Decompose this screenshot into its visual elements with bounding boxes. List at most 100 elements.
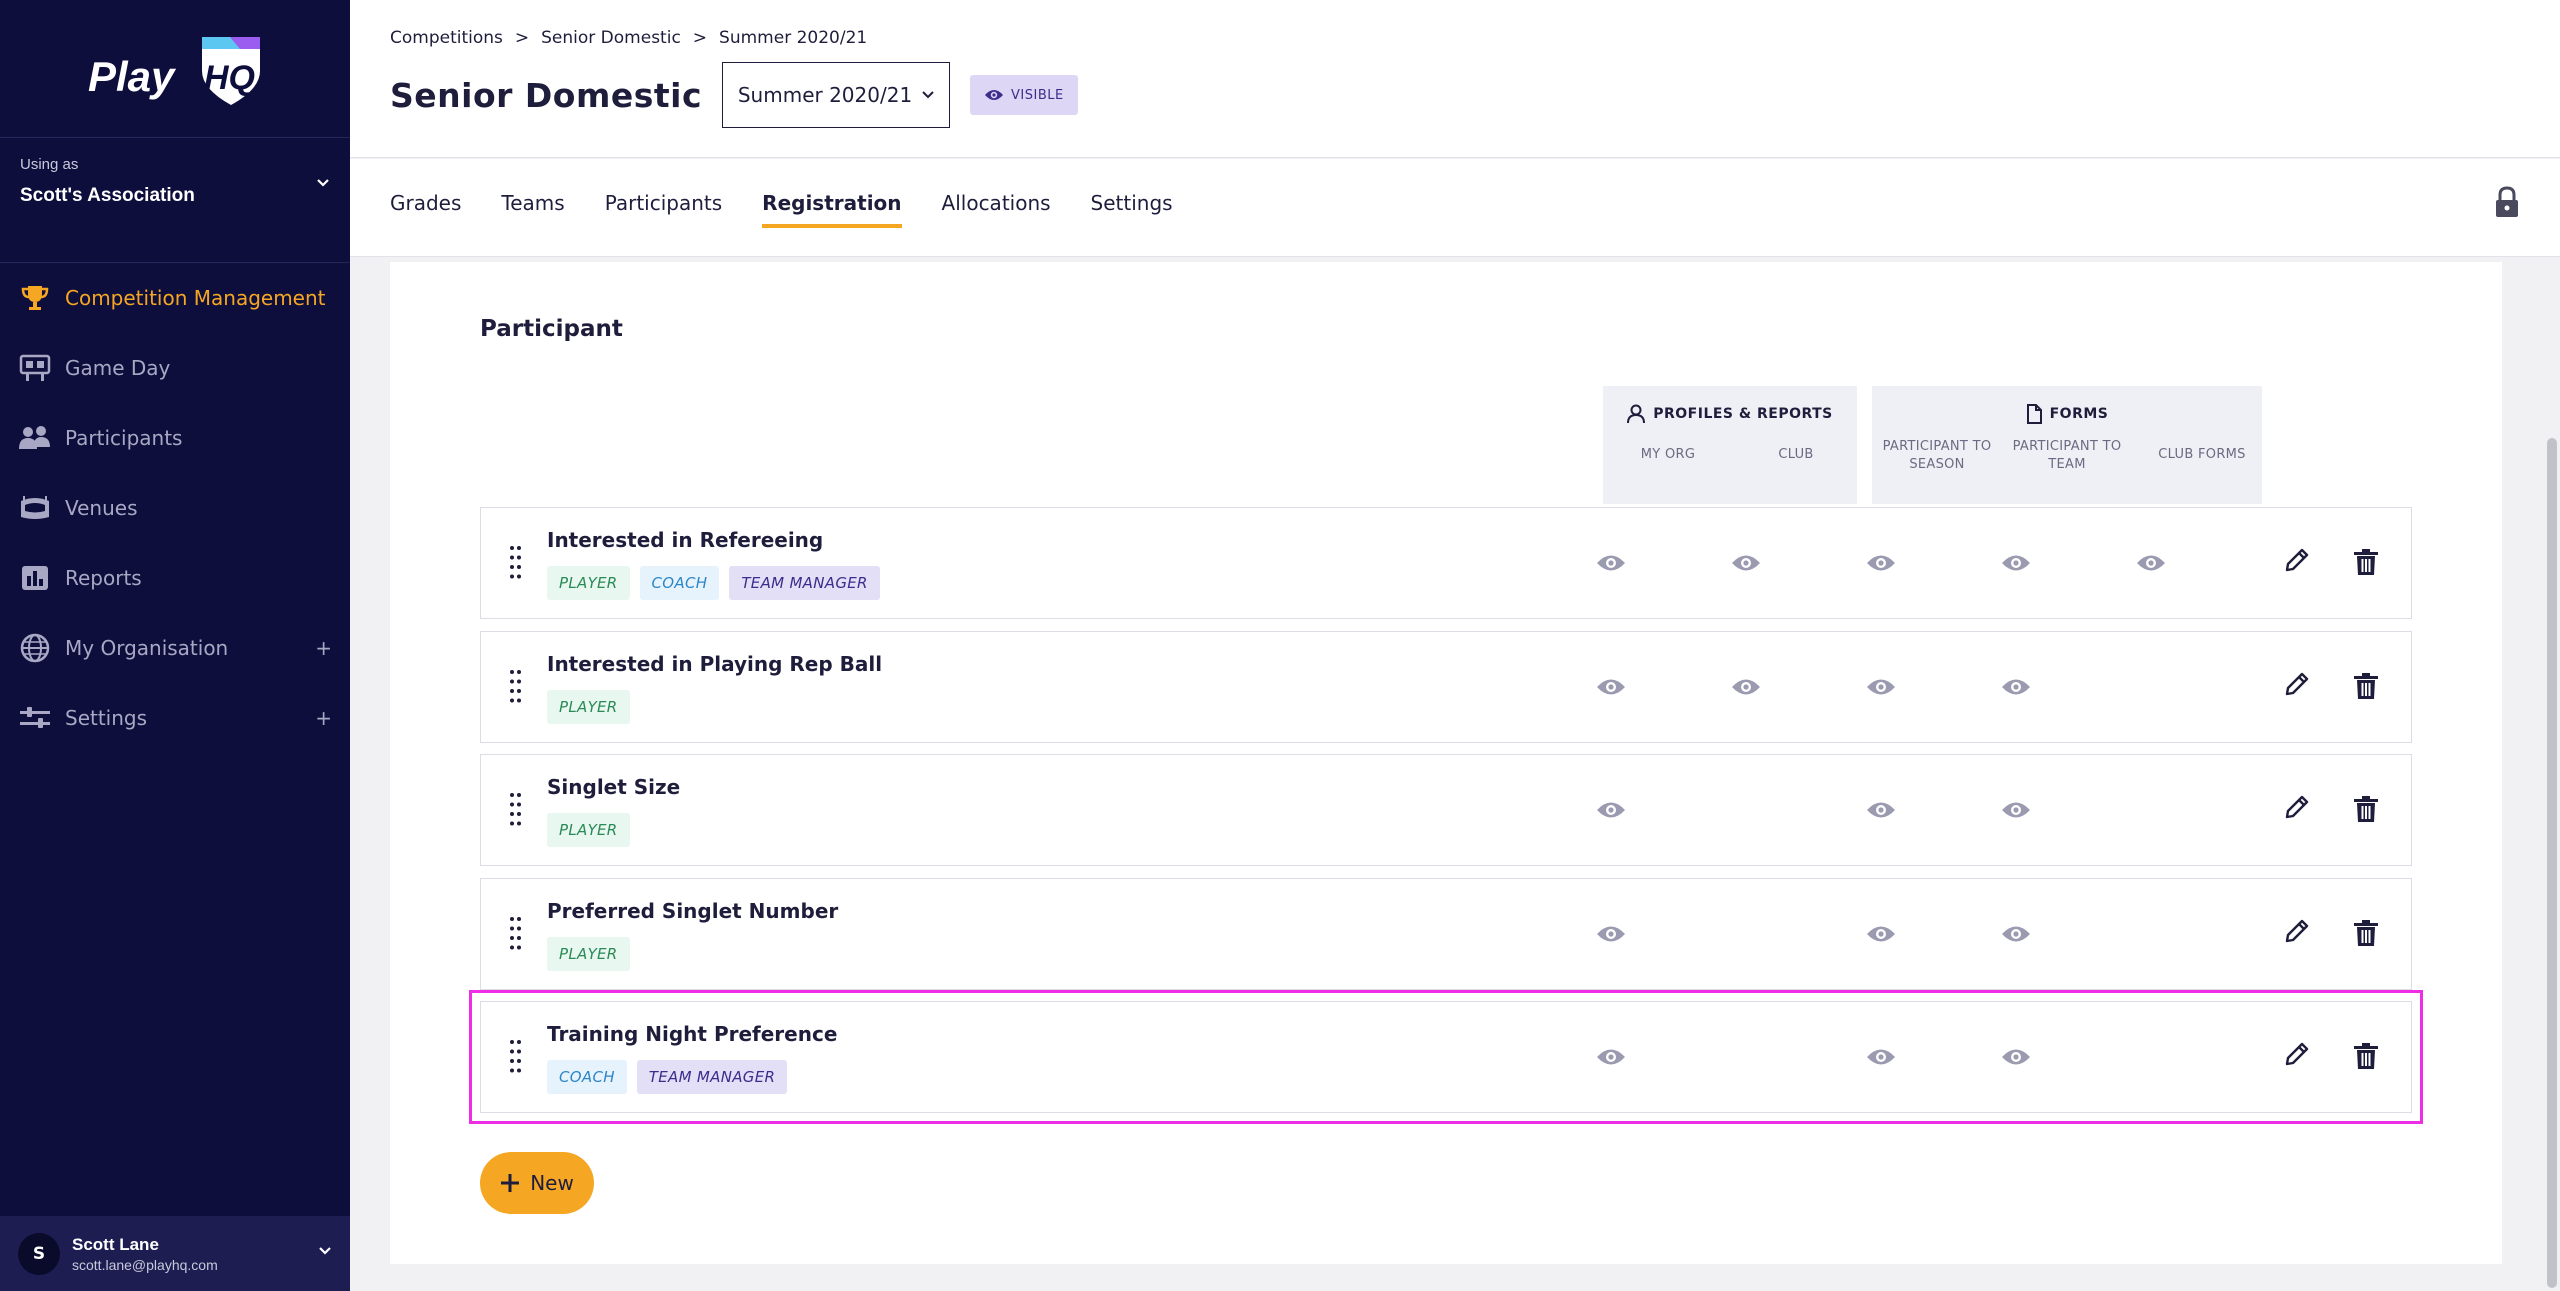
question-title: Interested in Refereeing	[547, 528, 824, 552]
column-group-profiles-reports: PROFILES & REPORTS MY ORG CLUB	[1603, 386, 1857, 504]
sidebar-item-label: My Organisation	[65, 636, 229, 660]
column-header-my-org: MY ORG	[1640, 447, 1696, 462]
sidebar: Play HQ Using as Scott's Association Com…	[0, 0, 350, 1291]
question-row[interactable]: Interested in Playing Rep Ball PLAYER	[480, 631, 2412, 743]
visibility-eye-icon[interactable]	[2001, 1046, 2031, 1068]
new-question-button[interactable]: New	[480, 1152, 594, 1214]
question-row[interactable]: Preferred Singlet Number PLAYER	[480, 878, 2412, 990]
delete-trash-icon[interactable]	[2353, 548, 2379, 576]
sidebar-item-label: Competition Management	[65, 286, 326, 310]
sidebar-item-label: Settings	[65, 706, 148, 730]
question-tags: PLAYER	[547, 690, 630, 724]
question-row[interactable]: Singlet Size PLAYER	[480, 754, 2412, 866]
scrollbar[interactable]	[2544, 258, 2560, 1291]
breadcrumb-separator: >	[692, 28, 708, 48]
user-menu[interactable]: S Scott Lane scott.lane@playhq.com	[0, 1216, 350, 1291]
visibility-eye-icon[interactable]	[1596, 923, 1626, 945]
user-email: scott.lane@playhq.com	[72, 1256, 218, 1273]
chart-icon	[18, 563, 52, 593]
visibility-eye-icon[interactable]	[1866, 923, 1896, 945]
visibility-eye-icon[interactable]	[1866, 1046, 1896, 1068]
column-header-participant-to-team: PARTICIPANT TO TEAM	[2012, 439, 2122, 472]
playhq-logo[interactable]: Play HQ	[0, 0, 350, 138]
scoreboard-icon	[18, 353, 52, 383]
sidebar-item-game-day[interactable]: Game Day	[0, 333, 350, 403]
organisation-name: Scott's Association	[20, 185, 195, 206]
user-name: Scott Lane	[72, 1234, 159, 1254]
edit-pencil-icon[interactable]	[2283, 670, 2311, 698]
visibility-eye-icon[interactable]	[1866, 799, 1896, 821]
visibility-eye-icon[interactable]	[1731, 676, 1761, 698]
delete-trash-icon[interactable]	[2353, 795, 2379, 823]
drag-handle-icon[interactable]	[509, 544, 521, 580]
season-select[interactable]: Summer 2020/21	[722, 62, 951, 128]
visibility-eye-icon[interactable]	[1596, 799, 1626, 821]
column-header-participant-to-season: PARTICIPANT TO SEASON	[1882, 439, 1992, 472]
question-tags: PLAYER COACH TEAM MANAGER	[547, 566, 880, 600]
visibility-eye-icon[interactable]	[1596, 552, 1626, 574]
organisation-switcher[interactable]: Using as Scott's Association	[0, 138, 350, 263]
visibility-eye-icon[interactable]	[2136, 552, 2166, 574]
tab-registration[interactable]: Registration	[762, 191, 902, 228]
drag-handle-icon[interactable]	[509, 1038, 521, 1074]
question-tags: PLAYER	[547, 813, 630, 847]
sidebar-item-settings[interactable]: Settings +	[0, 683, 350, 753]
tabs-bar: Grades Teams Participants Registration A…	[350, 159, 2560, 257]
sidebar-item-venues[interactable]: Venues	[0, 473, 350, 543]
drag-handle-icon[interactable]	[509, 668, 521, 704]
edit-pencil-icon[interactable]	[2283, 917, 2311, 945]
tab-settings[interactable]: Settings	[1091, 191, 1173, 228]
person-icon	[1627, 404, 1646, 424]
delete-trash-icon[interactable]	[2353, 919, 2379, 947]
tab-grades[interactable]: Grades	[390, 191, 461, 228]
delete-trash-icon[interactable]	[2353, 672, 2379, 700]
sidebar-item-reports[interactable]: Reports	[0, 543, 350, 613]
tab-teams[interactable]: Teams	[501, 191, 564, 228]
stadium-icon	[18, 493, 52, 523]
chevron-down-icon	[319, 1247, 331, 1255]
visibility-eye-icon[interactable]	[1731, 552, 1761, 574]
question-title: Preferred Singlet Number	[547, 899, 839, 923]
edit-pencil-icon[interactable]	[2283, 793, 2311, 821]
sliders-icon	[18, 703, 52, 733]
page-title: Senior Domestic	[390, 75, 703, 115]
question-tags: COACH TEAM MANAGER	[547, 1060, 788, 1094]
expand-plus-icon[interactable]: +	[315, 636, 332, 660]
breadcrumb-competitions[interactable]: Competitions	[390, 28, 503, 48]
role-tag: PLAYER	[547, 566, 630, 600]
column-header-club-forms: CLUB FORMS	[2158, 447, 2246, 462]
visibility-eye-icon[interactable]	[1596, 1046, 1626, 1068]
sidebar-nav: Competition Management Game Day Particip…	[0, 263, 350, 753]
visibility-eye-icon[interactable]	[2001, 923, 2031, 945]
visibility-eye-icon[interactable]	[1596, 676, 1626, 698]
role-tag: PLAYER	[547, 690, 630, 724]
visibility-eye-icon[interactable]	[2001, 799, 2031, 821]
question-title: Training Night Preference	[547, 1022, 838, 1046]
drag-handle-icon[interactable]	[509, 791, 521, 827]
breadcrumb-senior-domestic[interactable]: Senior Domestic	[541, 28, 681, 48]
visibility-eye-icon[interactable]	[2001, 676, 2031, 698]
edit-pencil-icon[interactable]	[2283, 546, 2311, 574]
question-tags: PLAYER	[547, 937, 630, 971]
sidebar-item-participants[interactable]: Participants	[0, 403, 350, 473]
tab-allocations[interactable]: Allocations	[942, 191, 1051, 228]
expand-plus-icon[interactable]: +	[315, 706, 332, 730]
role-tag: PLAYER	[547, 813, 630, 847]
column-group-title: PROFILES & REPORTS	[1653, 406, 1833, 422]
sidebar-item-my-organisation[interactable]: My Organisation +	[0, 613, 350, 683]
visibility-eye-icon[interactable]	[1866, 552, 1896, 574]
question-row[interactable]: Training Night Preference COACH TEAM MANA…	[469, 990, 2423, 1124]
visibility-eye-icon[interactable]	[1866, 676, 1896, 698]
visibility-eye-icon[interactable]	[2001, 552, 2031, 574]
sidebar-item-competition-management[interactable]: Competition Management	[0, 263, 350, 333]
lock-icon[interactable]	[2494, 186, 2520, 218]
column-group-title: FORMS	[2049, 406, 2109, 422]
drag-handle-icon[interactable]	[509, 915, 521, 951]
tab-participants[interactable]: Participants	[605, 191, 722, 228]
sidebar-item-label: Venues	[65, 496, 138, 520]
using-as-label: Using as	[20, 156, 79, 173]
scrollbar-thumb[interactable]	[2547, 438, 2557, 1288]
delete-trash-icon[interactable]	[2353, 1042, 2379, 1070]
edit-pencil-icon[interactable]	[2283, 1040, 2311, 1068]
question-row[interactable]: Interested in Refereeing PLAYER COACH TEAM…	[480, 507, 2412, 619]
